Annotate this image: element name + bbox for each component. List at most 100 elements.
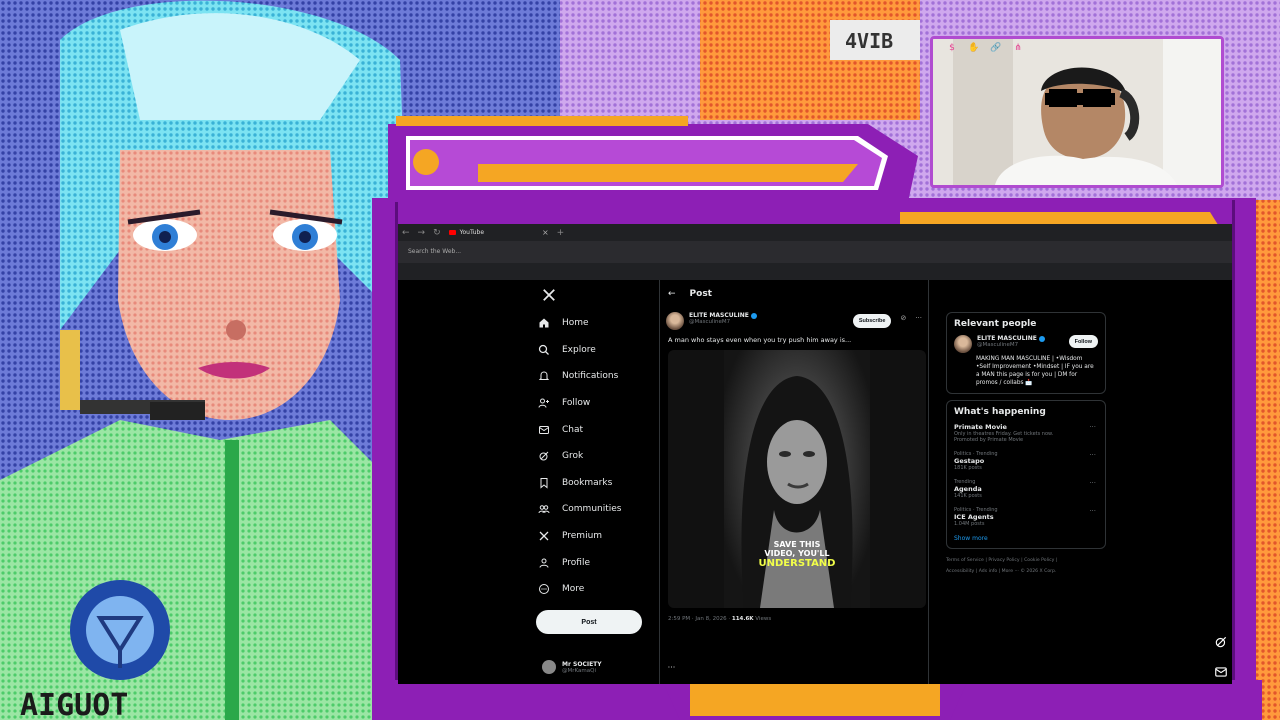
link-icon[interactable]: 🔗 [990,42,1002,54]
avatar[interactable] [954,335,972,353]
back-arrow-icon[interactable]: ← [402,228,410,238]
footer-links: Terms of Service | Privacy Policy | Cook… [946,555,1106,577]
more-icon[interactable]: ··· [1089,451,1096,459]
person-name-row: ELITE MASCULINE [977,335,1045,342]
nav-item-notifications[interactable]: Notifications [538,363,658,390]
caption-line: SAVE THIS [773,540,821,549]
nav-label: Communities [562,504,622,515]
post-header: ← Post [660,280,928,308]
address-input[interactable]: Search the Web... [406,245,1224,259]
dollar-icon[interactable]: $ [946,42,958,54]
avatar[interactable] [666,312,684,330]
back-arrow-icon[interactable]: ← [668,289,676,299]
person-icon [539,558,549,568]
relevant-person[interactable]: ELITE MASCULINE @MasculineM7 Follow [954,335,1098,353]
author-name-row: ELITE MASCULINE [689,312,848,319]
bell-icon [538,371,550,381]
frame-left [372,200,398,700]
nav-label: Home [562,318,589,329]
more-icon[interactable]: ··· [1089,423,1096,431]
avatar [542,660,556,674]
reload-icon[interactable]: ↻ [433,228,441,238]
card-heading: What's happening [954,407,1046,417]
grok-icon[interactable]: ⊘ [900,314,906,322]
footer-line[interactable]: Accessibility | Ads info | More ··· © 20… [946,566,1106,577]
backdrop-sign-text: AIGUOT [20,688,128,720]
nav-label: Chat [562,424,584,435]
people-icon [538,505,550,514]
nav-item-communities[interactable]: Communities [538,496,658,523]
search-icon [538,344,549,355]
forward-arrow-icon[interactable]: → [418,228,426,238]
nav-item-explore[interactable]: Explore [538,337,658,364]
person-bio: MAKING MAN MASCULINE | •Wisdom •Self Imp… [976,356,1094,386]
trend-count: 1.04M posts [954,521,985,527]
hand-icon[interactable]: ✋ [968,42,980,54]
page-title: Post [689,289,712,299]
nav-item-home[interactable]: Home [538,310,658,337]
author-handle: @MasculineM7 [689,319,731,325]
right-sidebar: Relevant people ELITE MASCULINE @Masculi… [946,312,1106,577]
nav-item-more[interactable]: More [538,576,658,603]
nav-label: Notifications [562,371,619,382]
nav-label: Follow [562,398,591,409]
person-handle: @MasculineM7 [977,342,1019,348]
trend-title: ICE Agents [954,513,994,521]
video-portrait [741,376,853,608]
tab-title: YouTube [459,229,485,236]
nav-item-chat[interactable]: Chat [538,416,658,443]
close-tab-icon[interactable]: × [542,228,549,237]
x-logo-icon[interactable] [538,284,560,306]
nav-label: Profile [562,557,590,568]
trend-item[interactable]: Politics · Trending Gestapo 181K posts ·… [954,451,1098,471]
trend-promoted: Promoted by Primate Movie [954,437,1024,443]
trend-item[interactable]: Politics · Trending ICE Agents 1.04M pos… [954,507,1098,527]
show-more-link[interactable]: Show more [954,535,1098,542]
browser-toolbar-strip [398,263,1232,280]
nav-label: Premium [562,531,603,542]
trend-item[interactable]: Primate Movie Only in theatres Friday. G… [954,423,1098,443]
subscribe-button[interactable]: Subscribe [852,314,892,328]
card-heading: Relevant people [954,319,1037,329]
nav-item-follow[interactable]: Follow [538,390,658,417]
author-name[interactable]: ELITE MASCULINE [689,312,749,319]
nav-label: Explore [562,344,596,355]
nav-item-premium[interactable]: Premium [538,523,658,550]
account-handle: @MrKamaQi [562,667,596,674]
more-icon[interactable]: ··· [1089,479,1096,487]
post-button[interactable]: Post [536,610,642,634]
nav-item-profile[interactable]: Profile [538,549,658,576]
person-name[interactable]: ELITE MASCULINE [977,335,1037,342]
account-name: Mr SOCIETY [562,660,602,668]
share-icon[interactable]: ⋔ [1012,42,1024,54]
home-icon [539,318,549,328]
nav-item-grok[interactable]: Grok [538,443,658,470]
follow-button[interactable]: Follow [1068,335,1098,348]
grok-icon[interactable] [1213,634,1229,650]
trend-item[interactable]: Trending Agenda 141K posts ··· [954,479,1098,499]
new-tab-button[interactable]: + [557,228,565,238]
grok-icon [539,451,549,461]
nav-item-bookmarks[interactable]: Bookmarks [538,470,658,497]
trend-count: 141K posts [954,493,982,499]
mail-icon [539,425,549,434]
video-caption-highlight: UNDERSTAND [758,558,836,569]
trend-title: Agenda [954,485,982,493]
webcam-overlay [930,36,1224,188]
mail-icon[interactable] [1213,664,1229,680]
more-icon[interactable]: ··· [915,314,922,322]
post-video[interactable]: SAVE THIS VIDEO, YOU'LL UNDERSTAND [668,350,926,608]
footer-line[interactable]: Terms of Service | Privacy Policy | Cook… [946,555,1106,566]
add-person-icon [538,398,549,408]
browser-window: ← → ↻ YouTube × + Search the Web... Home… [398,224,1232,684]
post-meta: 2:59 PM · Jan 8, 2026 · 114.6K Views [660,608,928,630]
browser-tab-youtube[interactable]: YouTube × [448,228,549,237]
post-detail-column: ← Post ELITE MASCULINE @MasculineM7 Subs… [659,280,929,684]
post-timestamp[interactable]: 2:59 PM · Jan 8, 2026 · [668,616,730,622]
trend-title: Primate Movie [954,423,1007,431]
bookmark-icon [540,477,548,489]
more-icon[interactable]: ··· [1089,507,1096,515]
post-author: ELITE MASCULINE @MasculineM7 Subscribe ⊘… [660,308,928,334]
relevant-people-card: Relevant people ELITE MASCULINE @Masculi… [946,312,1106,394]
account-switcher[interactable]: Mr SOCIETY @MrKamaQi ··· [542,660,675,674]
